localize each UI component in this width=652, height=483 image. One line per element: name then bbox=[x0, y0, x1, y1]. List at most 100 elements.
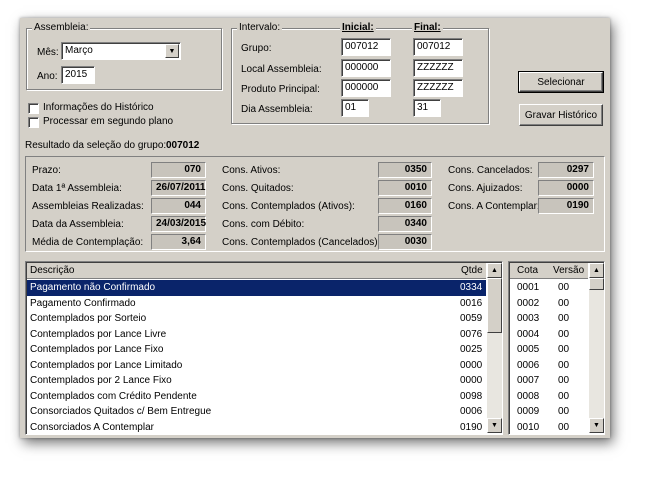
table-row[interactable]: 0008 00 bbox=[510, 389, 588, 405]
grupo-inicial-input[interactable]: 007012 bbox=[341, 38, 391, 56]
produto-inicial-input[interactable]: 000000 bbox=[341, 79, 391, 97]
versao-cell: 00 bbox=[558, 344, 570, 355]
table-row[interactable]: 0003 00 bbox=[510, 311, 588, 327]
descricao-cell: Contemplados por Lance Limitado bbox=[30, 359, 183, 371]
prazo-label: Prazo: bbox=[32, 165, 61, 176]
cons-quitados-value: 0010 bbox=[378, 180, 432, 196]
table-row[interactable]: Contemplados por Sorteio 0059 bbox=[27, 311, 486, 327]
qtde-cell: 0059 bbox=[460, 313, 483, 324]
cota-cell: 0005 bbox=[517, 344, 540, 355]
cota-scrollbar[interactable]: ▲ ▼ bbox=[589, 263, 604, 433]
dia-label: Dia Assembleia: bbox=[241, 104, 313, 115]
arrow-down-icon[interactable]: ▼ bbox=[589, 418, 604, 433]
cons-ativos-label: Cons. Ativos: bbox=[222, 165, 281, 176]
table-row[interactable]: 0004 00 bbox=[510, 327, 588, 343]
processar-checkbox[interactable] bbox=[28, 117, 39, 128]
selecionar-button[interactable]: Selecionar bbox=[518, 71, 604, 93]
descricao-column-header[interactable]: Descrição bbox=[30, 265, 74, 276]
gravar-historico-button[interactable]: Gravar Histórico bbox=[519, 104, 603, 126]
table-row[interactable]: 0001 00 bbox=[510, 280, 588, 296]
descricao-list[interactable]: Descrição Qtde Pagamento não Confirmado 0… bbox=[25, 261, 503, 435]
mes-value: Março bbox=[65, 45, 93, 56]
cota-cell: 0009 bbox=[517, 406, 540, 417]
descricao-cell: Contemplados com Crédito Pendente bbox=[30, 390, 197, 402]
info-historico-checkbox[interactable] bbox=[28, 103, 39, 114]
qtde-cell: 0334 bbox=[460, 282, 483, 293]
mes-select[interactable]: Março ▼ bbox=[61, 42, 181, 60]
descricao-cell: Pagamento Confirmado bbox=[30, 297, 136, 309]
versao-cell: 00 bbox=[558, 406, 570, 417]
local-inicial-input[interactable]: 000000 bbox=[341, 59, 391, 77]
arrow-down-icon[interactable]: ▼ bbox=[487, 418, 502, 433]
table-row[interactable]: Contemplados por 2 Lance Fixo 0000 bbox=[27, 373, 486, 389]
versao-cell: 00 bbox=[558, 421, 570, 433]
qtde-cell: 0190 bbox=[460, 421, 483, 433]
descricao-cell: Contemplados por Sorteio bbox=[30, 313, 147, 324]
data-assembleia-value: 24/03/2015 bbox=[151, 216, 206, 232]
descricao-list-header: Descrição Qtde bbox=[27, 263, 486, 279]
table-row[interactable]: Consorciados Quitados c/ Bem Entregue 000… bbox=[27, 404, 486, 420]
arrow-up-icon[interactable]: ▲ bbox=[589, 263, 604, 278]
cota-cell: 0007 bbox=[517, 375, 540, 386]
arrow-up-icon[interactable]: ▲ bbox=[487, 263, 502, 278]
table-row[interactable]: Contemplados por Lance Livre 0076 bbox=[27, 327, 486, 343]
descricao-cell: Contemplados por 2 Lance Fixo bbox=[30, 375, 172, 386]
table-row[interactable]: Pagamento não Confirmado 0334 bbox=[27, 280, 486, 296]
inicial-header: Inicial: bbox=[340, 22, 376, 33]
cons-contemplados-cancelados-label: Cons. Contemplados (Cancelados): bbox=[222, 237, 381, 248]
qtde-cell: 0000 bbox=[460, 375, 483, 386]
descricao-cell: Contemplados por Lance Fixo bbox=[30, 344, 164, 355]
chevron-down-icon[interactable]: ▼ bbox=[165, 44, 179, 58]
assembleias-realizadas-label: Assembleias Realizadas: bbox=[32, 201, 144, 212]
prazo-value: 070 bbox=[151, 162, 206, 178]
local-final-input[interactable]: ZZZZZZ bbox=[413, 59, 463, 77]
resultado-grupo: 007012 bbox=[166, 140, 200, 151]
cons-contemplados-ativos-label: Cons. Contemplados (Ativos): bbox=[222, 201, 355, 212]
table-row[interactable]: 0002 00 bbox=[510, 296, 588, 312]
dia-inicial-input[interactable]: 01 bbox=[341, 99, 369, 117]
window: Assembleia: Mês: Março ▼ Ano: 2015 Infor… bbox=[20, 18, 610, 438]
info-historico-label: Informações do Histórico bbox=[43, 102, 154, 113]
produto-final-input[interactable]: ZZZZZZ bbox=[413, 79, 463, 97]
qtde-column-header[interactable]: Qtde bbox=[461, 265, 483, 276]
grupo-label: Grupo: bbox=[241, 43, 272, 54]
qtde-cell: 0025 bbox=[460, 344, 483, 355]
cons-com-debito-label: Cons. com Débito: bbox=[222, 219, 305, 230]
cota-list[interactable]: Cota Versão 0001 00 0002 00 0003 00 0004 00 0005… bbox=[508, 261, 605, 435]
cons-ajuizados-label: Cons. Ajuizados: bbox=[448, 183, 523, 194]
ano-label: Ano: bbox=[37, 71, 58, 82]
table-row[interactable]: Contemplados com Crédito Pendente 0098 bbox=[27, 389, 486, 405]
cons-contemplados-cancelados-value: 0030 bbox=[378, 234, 432, 250]
cota-cell: 0002 bbox=[517, 297, 540, 309]
cons-quitados-label: Cons. Quitados: bbox=[222, 183, 294, 194]
table-row[interactable]: 0007 00 bbox=[510, 373, 588, 389]
descricao-scroll-thumb[interactable] bbox=[487, 278, 502, 333]
grupo-final-input[interactable]: 007012 bbox=[413, 38, 463, 56]
cota-list-header: Cota Versão bbox=[510, 263, 588, 279]
table-row[interactable]: 0009 00 bbox=[510, 404, 588, 420]
versao-cell: 00 bbox=[558, 390, 570, 402]
cota-column-header[interactable]: Cota bbox=[517, 265, 538, 276]
descricao-cell: Contemplados por Lance Livre bbox=[30, 328, 167, 340]
table-row[interactable]: 0010 00 bbox=[510, 420, 588, 435]
descricao-scrollbar[interactable]: ▲ ▼ bbox=[487, 263, 502, 433]
table-row[interactable]: 0005 00 bbox=[510, 342, 588, 358]
cons-cancelados-value: 0297 bbox=[538, 162, 594, 178]
final-header: Final: bbox=[412, 22, 443, 33]
cons-ajuizados-value: 0000 bbox=[538, 180, 594, 196]
ano-input[interactable]: 2015 bbox=[61, 66, 95, 84]
table-row[interactable]: Consorciados A Contemplar 0190 bbox=[27, 420, 486, 435]
versao-column-header[interactable]: Versão bbox=[553, 265, 584, 276]
table-row[interactable]: Pagamento Confirmado 0016 bbox=[27, 296, 486, 312]
table-row[interactable]: Contemplados por Lance Fixo 0025 bbox=[27, 342, 486, 358]
qtde-cell: 0098 bbox=[460, 390, 483, 402]
cota-cell: 0010 bbox=[517, 421, 540, 433]
cota-scroll-thumb[interactable] bbox=[589, 278, 604, 290]
media-contemplacao-value: 3,64 bbox=[151, 234, 206, 250]
table-row[interactable]: 0006 00 bbox=[510, 358, 588, 374]
dia-final-input[interactable]: 31 bbox=[413, 99, 441, 117]
versao-cell: 00 bbox=[558, 297, 570, 309]
data-assembleia-label: Data da Assembleia: bbox=[32, 219, 124, 230]
table-row[interactable]: Contemplados por Lance Limitado 0000 bbox=[27, 358, 486, 374]
intervalo-legend: Intervalo: bbox=[237, 22, 283, 33]
